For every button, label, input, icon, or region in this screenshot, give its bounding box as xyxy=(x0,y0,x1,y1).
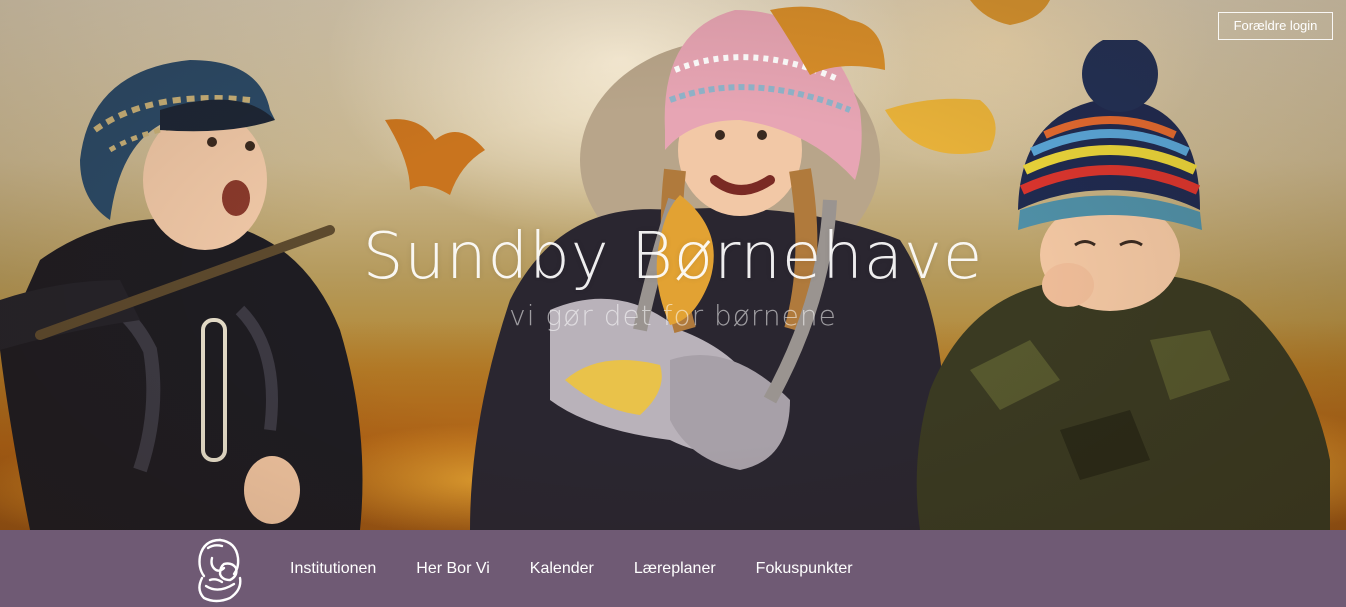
nav-item-laereplaner[interactable]: Læreplaner xyxy=(614,530,736,607)
mother-child-logo-icon[interactable] xyxy=(190,534,252,604)
nav-item-fokuspunkter[interactable]: Fokuspunkter xyxy=(736,530,873,607)
nav-item-kalender[interactable]: Kalender xyxy=(510,530,614,607)
page: Sundby Børnehave vi gør det for børnene … xyxy=(0,0,1346,607)
site-tagline: vi gør det for børnene xyxy=(509,299,837,332)
nav-item-her-bor-vi[interactable]: Her Bor Vi xyxy=(396,530,510,607)
site-title: Sundby Børnehave xyxy=(362,220,984,294)
nav-item-institutionen[interactable]: Institutionen xyxy=(270,530,396,607)
main-navigation: Institutionen Her Bor Vi Kalender Lærepl… xyxy=(0,530,1346,607)
hero-title-block: Sundby Børnehave vi gør det for børnene xyxy=(0,218,1346,336)
parent-login-button[interactable]: Forældre login xyxy=(1218,12,1333,40)
nav-menu: Institutionen Her Bor Vi Kalender Lærepl… xyxy=(270,530,873,607)
